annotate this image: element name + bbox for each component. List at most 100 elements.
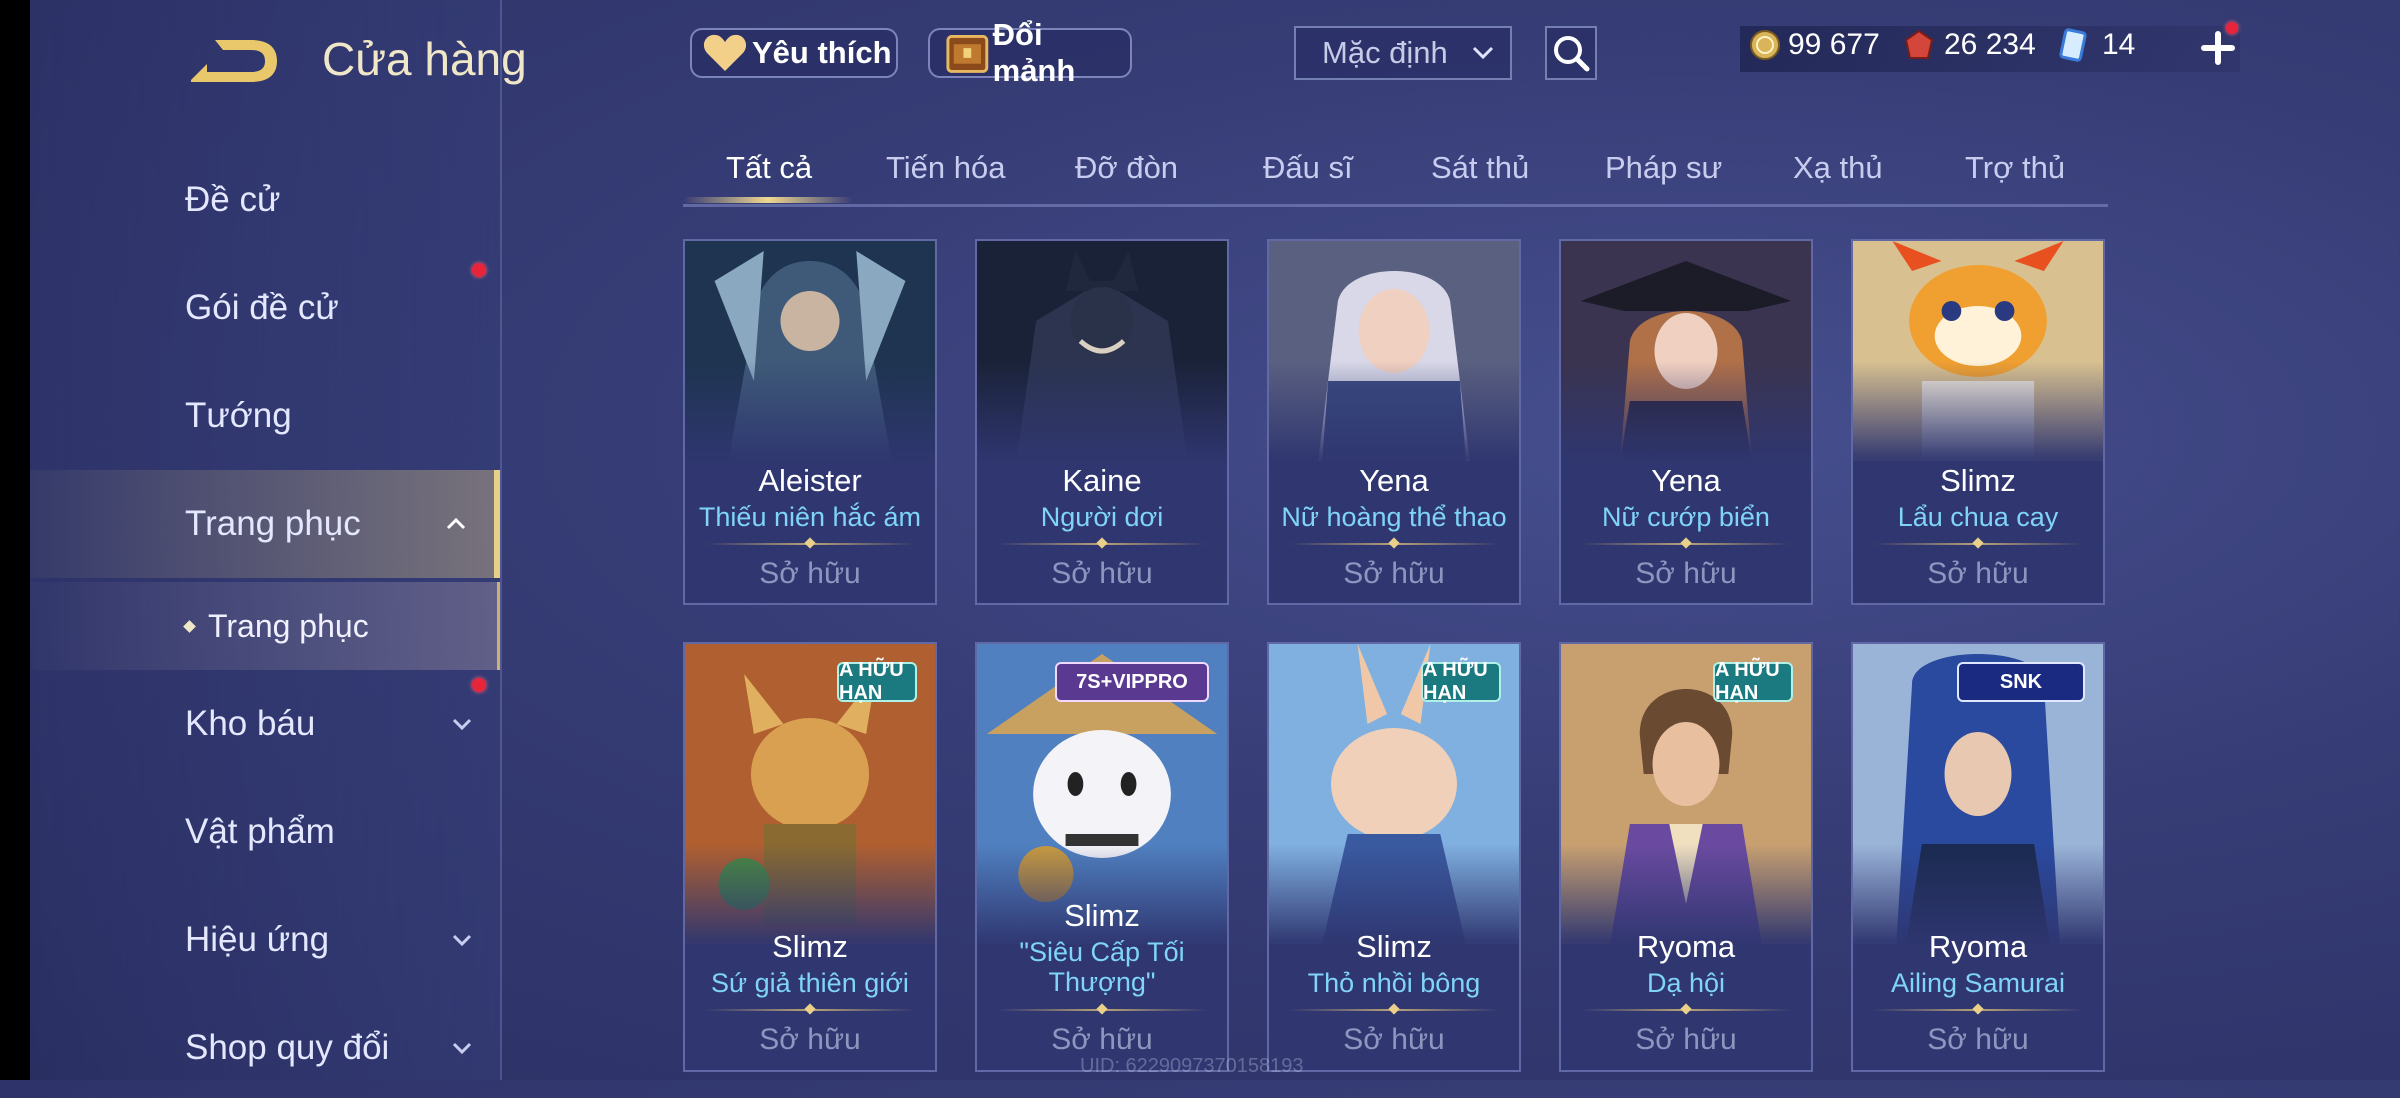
voucher-gem-icon (1904, 29, 1934, 59)
chevron-down-icon (1472, 46, 1494, 60)
back-button[interactable] (185, 34, 281, 88)
tab-support[interactable]: Trợ thủ (1965, 150, 2065, 186)
hero-name: Yena (1651, 463, 1721, 498)
voucher-balance: 26 234 (1902, 28, 2036, 62)
limited-badge: A HỮU HẠN (1421, 659, 1501, 704)
token-amount: 14 (2102, 28, 2136, 61)
search-button[interactable] (1545, 26, 1597, 80)
search-icon (1554, 36, 1590, 72)
sidebar-item-recommended-packs[interactable]: Gói đề cử (30, 258, 500, 358)
sidebar-item-treasure[interactable]: Kho báu (30, 674, 500, 774)
tab-marksman[interactable]: Xạ thủ (1793, 150, 1883, 186)
skin-card-ryoma-samurai[interactable]: SNK Ryoma Ailing Samurai Sở hữu (1851, 642, 2105, 1072)
skin-name: Ailing Samurai (1890, 968, 2066, 998)
tab-tank[interactable]: Đỡ đòn (1075, 150, 1178, 186)
chevron-up-icon (446, 517, 466, 530)
tab-assassin[interactable]: Sát thủ (1431, 150, 1529, 186)
skin-name-line2: Thượng" (1048, 967, 1156, 997)
plus-icon (2201, 31, 2235, 65)
sidebar-subitem-label: Trang phục (208, 607, 369, 644)
event-badge: 7S+VIPPRO (1055, 662, 1209, 702)
skin-name: Thỏ nhồi bông (1307, 968, 1481, 998)
sidebar-item-label: Shop quy đổi (185, 1028, 390, 1067)
chevron-down-icon (452, 934, 472, 947)
sidebar-item-label: Hiệu ứng (185, 920, 330, 959)
sidebar-item-recommended[interactable]: Đề cử (30, 150, 500, 250)
hero-name: Kaine (1062, 463, 1142, 498)
skin-name: Thiếu niên hắc ám (698, 502, 922, 532)
tab-all[interactable]: Tất cả (726, 150, 812, 186)
collab-badge: SNK (1957, 662, 2085, 702)
notification-dot (472, 678, 486, 692)
owned-status: Sở hữu (1927, 557, 2029, 590)
sidebar-item-label: Vật phẩm (185, 812, 335, 851)
tab-mage[interactable]: Pháp sư (1605, 150, 1722, 186)
hero-name: Ryoma (1636, 929, 1736, 964)
token-balance: 14 (2056, 28, 2135, 62)
exchange-fragments-button[interactable]: Đổi mảnh (928, 17, 1132, 88)
hero-name: Ryoma (1928, 929, 2028, 964)
gold-amount: 99 677 (1788, 28, 1880, 61)
favorites-button[interactable]: Yêu thích (690, 28, 898, 78)
hero-name: Slimz (1940, 463, 2016, 498)
user-id-watermark: UID: 6229097370158193 (1080, 1055, 1304, 1077)
owned-status: Sở hữu (1343, 1023, 1445, 1056)
screen-edge (0, 0, 30, 1080)
skin-name: Dạ hội (1646, 968, 1726, 998)
notification-dot (472, 263, 486, 277)
treasure-chest-icon (946, 35, 989, 73)
hero-name: Yena (1359, 463, 1429, 498)
skin-card-slimz-supreme[interactable]: 7S+VIPPRO Slimz "Siêu Cấp Tối Thượng" Sở… (975, 642, 1229, 1072)
skin-card-yena-sports[interactable]: Yena Nữ hoàng thể thao Sở hữu (1267, 239, 1521, 605)
tab-fighter[interactable]: Đấu sĩ (1263, 150, 1353, 186)
skin-card-slimz-plush[interactable]: A HỮU HẠN Slimz Thỏ nhồi bông Sở hữu (1267, 642, 1521, 1072)
sidebar-subitem-skins[interactable]: Trang phục (30, 582, 500, 670)
back-arrow-icon (191, 40, 277, 82)
diamond-bullet-icon (183, 619, 196, 633)
top-up-button[interactable] (2198, 28, 2238, 68)
limited-badge: A HỮU HẠN (1713, 659, 1793, 704)
skin-name: Nữ cướp biển (1602, 502, 1770, 532)
notification-dot (2226, 22, 2238, 34)
sidebar-item-items[interactable]: Vật phẩm (30, 782, 500, 882)
hero-name: Slimz (1356, 929, 1432, 964)
skin-card-aleister[interactable]: Aleister Thiếu niên hắc ám Sở hữu (683, 239, 937, 605)
owned-status: Sở hữu (759, 557, 861, 590)
owned-status: Sở hữu (1343, 557, 1445, 590)
voucher-amount: 26 234 (1944, 28, 2036, 61)
skin-name: Lẩu chua cay (1897, 502, 2059, 532)
exchange-fragments-label: Đổi mảnh (992, 17, 1076, 88)
chevron-down-icon (452, 718, 472, 731)
skin-card-slimz-celestial[interactable]: A HỮU HẠN Slimz Sứ giả thiên giới Sở hữu (683, 642, 937, 1072)
sidebar-item-exchange-shop[interactable]: Shop quy đổi (30, 998, 500, 1098)
skin-name: Nữ hoàng thể thao (1281, 502, 1507, 532)
sidebar-item-heroes[interactable]: Tướng (30, 366, 500, 466)
sidebar-item-effects[interactable]: Hiệu ứng (30, 890, 500, 990)
chevron-down-icon (452, 1042, 472, 1055)
owned-status: Sở hữu (1635, 1023, 1737, 1056)
skin-name: Sứ giả thiên giới (711, 968, 909, 998)
category-tabs: Tất cả Tiến hóa Đỡ đòn Đấu sĩ Sát thủ Ph… (683, 140, 2108, 207)
skin-card-slimz-hotpot[interactable]: Slimz Lẩu chua cay Sở hữu (1851, 239, 2105, 605)
owned-status: Sở hữu (1927, 1023, 2029, 1056)
sidebar-item-label: Trang phục (185, 504, 361, 543)
skin-card-yena-pirate[interactable]: Yena Nữ cướp biển Sở hữu (1559, 239, 1813, 605)
owned-status: Sở hữu (1635, 557, 1737, 590)
active-tab-indicator (683, 197, 853, 203)
hero-name: Slimz (772, 929, 848, 964)
skin-card-kaine[interactable]: Kaine Người dơi Sở hữu (975, 239, 1229, 605)
limited-badge: A HỮU HẠN (837, 659, 917, 704)
heart-icon (703, 34, 747, 71)
sidebar-item-skins[interactable]: Trang phục (30, 470, 500, 578)
hero-name: Aleister (758, 463, 862, 498)
tab-evolution[interactable]: Tiến hóa (886, 150, 1006, 186)
skin-card-ryoma-gala[interactable]: A HỮU HẠN Ryoma Dạ hội Sở hữu (1559, 642, 1813, 1072)
gold-coin-icon (1750, 30, 1780, 60)
owned-status: Sở hữu (759, 1023, 861, 1056)
sidebar-item-label: Gói đề cử (185, 288, 339, 327)
skin-name-line1: "Siêu Cấp Tối (1019, 937, 1185, 967)
sort-dropdown[interactable]: Mặc định (1294, 26, 1512, 80)
sidebar-item-label: Kho báu (185, 704, 316, 743)
card-token-icon (2059, 28, 2087, 62)
owned-status: Sở hữu (1051, 557, 1153, 590)
